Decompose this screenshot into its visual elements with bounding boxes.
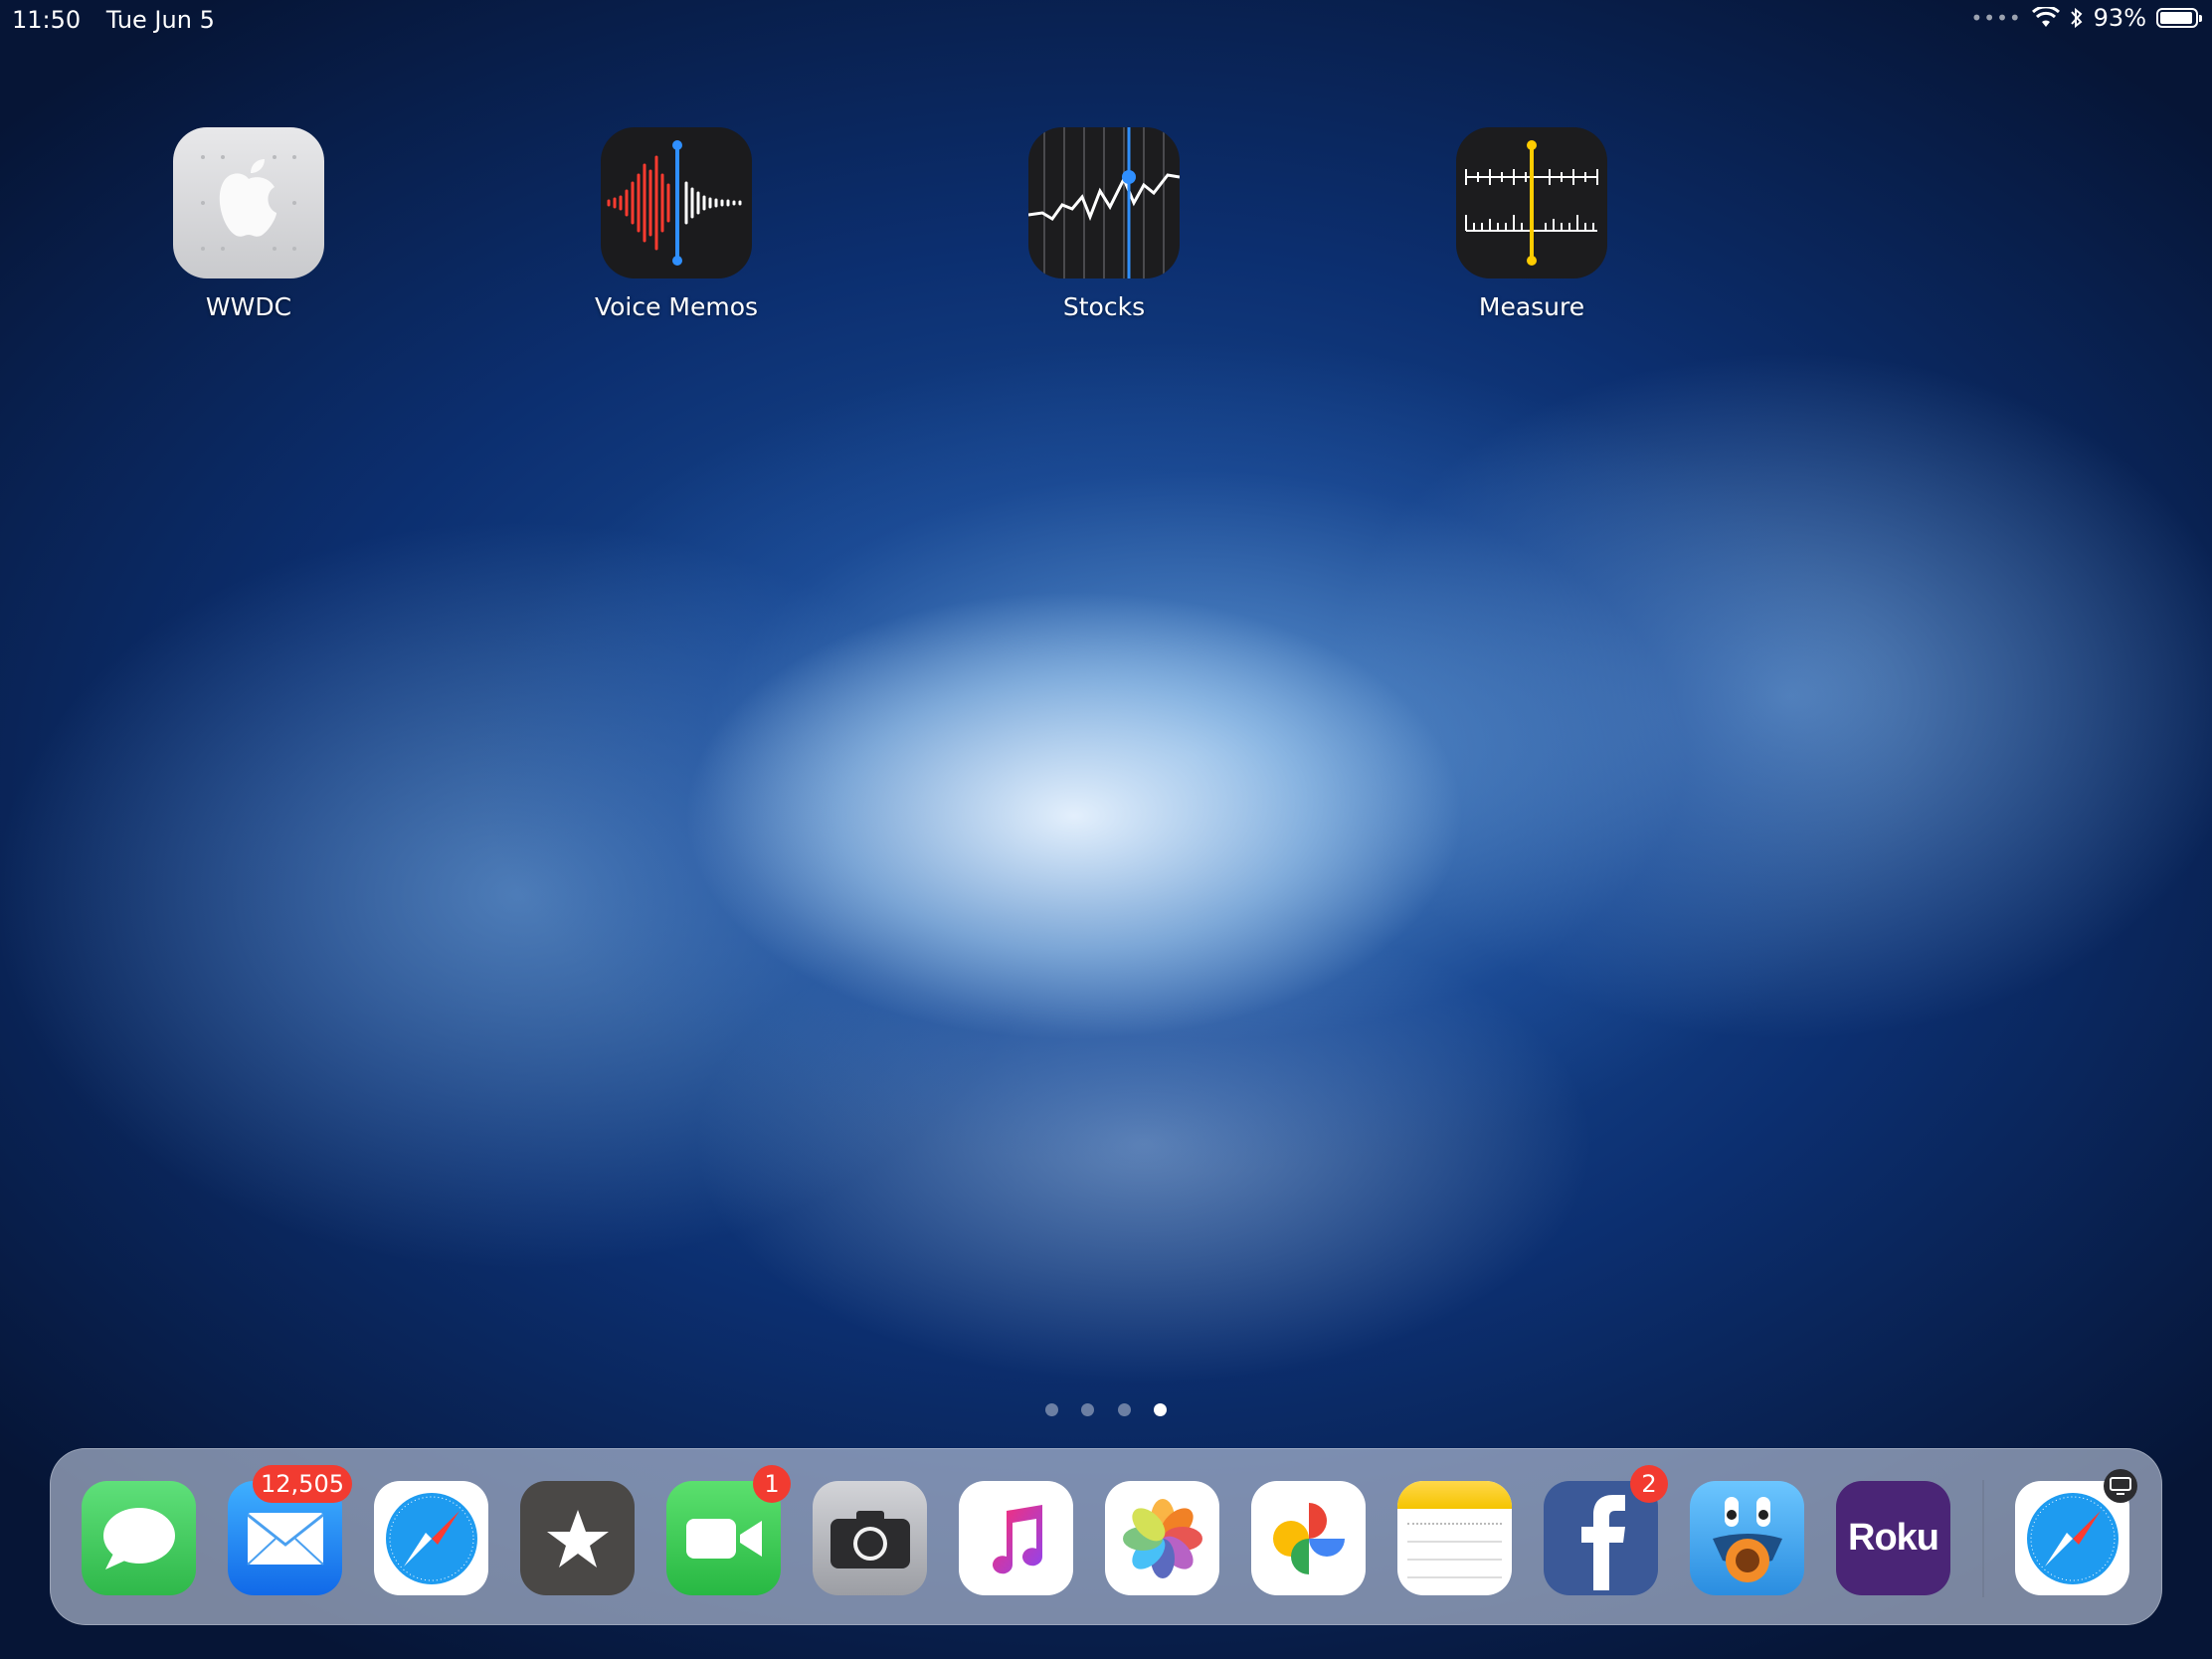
waveform-icon	[601, 127, 752, 278]
camera-icon	[813, 1481, 927, 1595]
dock-app-music[interactable]	[959, 1481, 1073, 1595]
apple-logo-icon	[173, 127, 324, 278]
battery-percent: 93%	[2093, 4, 2146, 32]
page-dot-current[interactable]	[1153, 1403, 1167, 1416]
google-pinwheel-icon	[1251, 1481, 1366, 1595]
star-icon	[520, 1481, 635, 1595]
pinwheel-icon	[1105, 1481, 1219, 1595]
speech-bubble-icon	[82, 1481, 196, 1595]
bird-icon	[1690, 1481, 1804, 1595]
app-label: WWDC	[205, 292, 292, 321]
page-dot[interactable]	[1081, 1403, 1095, 1416]
app-label: Voice Memos	[594, 292, 759, 321]
app-measure[interactable]: Measure	[1442, 127, 1621, 321]
dock-app-tweetbot[interactable]	[1690, 1481, 1804, 1595]
compass-icon	[374, 1481, 488, 1595]
wifi-icon	[2031, 7, 2060, 27]
dock-app-notes[interactable]	[1397, 1481, 1512, 1595]
dock-app-itunes-store[interactable]	[520, 1481, 635, 1595]
roku-wordmark-icon: Roku	[1836, 1481, 1950, 1595]
status-time: 11:50	[12, 6, 82, 34]
music-note-icon	[959, 1481, 1073, 1595]
app-voice-memos[interactable]: Voice Memos	[587, 127, 766, 321]
app-stocks[interactable]: Stocks	[1014, 127, 1194, 321]
status-date: Tue Jun 5	[105, 6, 215, 34]
dock-app-camera[interactable]	[813, 1481, 927, 1595]
dock-app-google-photos[interactable]	[1251, 1481, 1366, 1595]
roku-wordmark: Roku	[1848, 1517, 1939, 1559]
dock-app-mail[interactable]: 12,505	[228, 1465, 352, 1595]
ruler-icon	[1456, 127, 1607, 278]
page-dot[interactable]	[1045, 1403, 1059, 1416]
app-label: Stocks	[1062, 292, 1146, 321]
app-label: Measure	[1478, 292, 1585, 321]
stock-chart-icon	[1028, 127, 1180, 278]
dock-recent-app-safari[interactable]	[2015, 1469, 2137, 1595]
status-bar: 11:50 Tue Jun 5 •••• 93%	[0, 0, 2212, 40]
notepad-icon	[1397, 1481, 1512, 1595]
notification-badge: 12,505	[253, 1465, 352, 1503]
battery-icon	[2156, 8, 2202, 28]
dock: 12,505 1 2 Roku	[50, 1448, 2162, 1625]
page-indicator[interactable]	[0, 1401, 2212, 1420]
cellular-signal-icon: ••••	[1970, 6, 2022, 30]
notification-badge: 2	[1630, 1465, 1668, 1503]
dock-app-photos[interactable]	[1105, 1481, 1219, 1595]
app-wwdc[interactable]: WWDC	[159, 127, 338, 321]
display-icon	[2104, 1469, 2137, 1503]
dock-divider	[1982, 1480, 1984, 1597]
dock-app-facetime[interactable]: 1	[666, 1465, 791, 1595]
dock-app-roku[interactable]: Roku	[1836, 1481, 1950, 1595]
notification-badge: 1	[753, 1465, 791, 1503]
dock-app-safari[interactable]	[374, 1481, 488, 1595]
bluetooth-icon	[2070, 7, 2083, 29]
page-dot[interactable]	[1117, 1403, 1131, 1416]
dock-app-messages[interactable]	[82, 1481, 196, 1595]
dock-app-facebook[interactable]: 2	[1544, 1465, 1668, 1595]
